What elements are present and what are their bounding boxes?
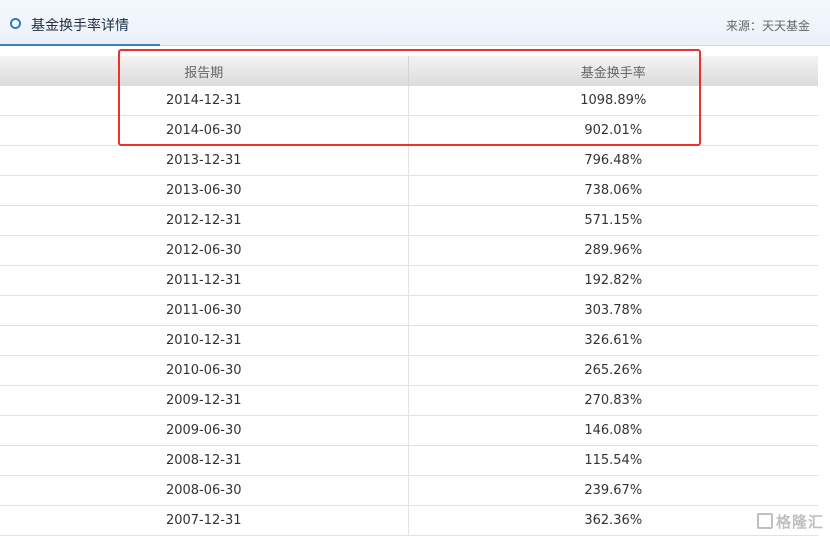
- cell-period: 2013-12-31: [0, 145, 409, 176]
- watermark: 格隆汇: [756, 511, 824, 532]
- table-row: 2014-06-30 902.01%: [0, 115, 818, 146]
- cell-period: 2014-12-31: [0, 86, 409, 116]
- table-row: 2010-06-30 265.26%: [0, 355, 818, 386]
- table-row: 2012-12-31 571.15%: [0, 205, 818, 236]
- cell-period: 2014-06-30: [0, 115, 409, 146]
- cell-turnover: 289.96%: [408, 235, 818, 266]
- watermark-logo-icon: [756, 513, 773, 529]
- panel-header: 基金换手率详情 来源：天天基金: [0, 0, 830, 46]
- cell-turnover: 902.01%: [408, 115, 818, 146]
- source-label: 来源：天天基金: [725, 19, 810, 33]
- table-row: 2014-12-31 1098.89%: [0, 86, 818, 116]
- table-row: 2009-12-31 270.83%: [0, 385, 818, 416]
- table-header-row: 报告期 基金换手率: [0, 56, 818, 86]
- table-row: 2013-06-30 738.06%: [0, 175, 818, 206]
- cell-turnover: 270.83%: [408, 385, 818, 416]
- cell-turnover: 192.82%: [408, 265, 818, 296]
- column-header-turnover[interactable]: 基金换手率: [408, 56, 818, 86]
- cell-turnover: 239.67%: [408, 475, 818, 506]
- cell-period: 2009-06-30: [0, 415, 409, 446]
- cell-period: 2013-06-30: [0, 175, 409, 206]
- table-row: 2008-06-30 239.67%: [0, 475, 818, 506]
- title-tab[interactable]: 基金换手率详情: [0, 0, 160, 46]
- table-row: 2007-12-31 362.36%: [0, 505, 818, 536]
- cell-turnover: 738.06%: [408, 175, 818, 206]
- table-row: 2012-06-30 289.96%: [0, 235, 818, 266]
- cell-turnover: 326.61%: [408, 325, 818, 356]
- cell-period: 2011-12-31: [0, 265, 409, 296]
- cell-period: 2008-06-30: [0, 475, 409, 506]
- cell-period: 2011-06-30: [0, 295, 409, 326]
- cell-period: 2010-12-31: [0, 325, 409, 356]
- cell-period: 2008-12-31: [0, 445, 409, 476]
- cell-turnover: 146.08%: [408, 415, 818, 446]
- watermark-text: 格隆汇: [775, 513, 824, 531]
- cell-period: 2010-06-30: [0, 355, 409, 386]
- fund-turnover-panel: 基金换手率详情 来源：天天基金 报告期 基金换手率 2014-12-31 1098…: [0, 0, 830, 538]
- table-row: 2008-12-31 115.54%: [0, 445, 818, 476]
- cell-period: 2012-06-30: [0, 235, 409, 266]
- table-row: 2009-06-30 146.08%: [0, 415, 818, 446]
- cell-period: 2012-12-31: [0, 205, 409, 236]
- cell-period: 2009-12-31: [0, 385, 409, 416]
- cell-period: 2007-12-31: [0, 505, 409, 536]
- cell-turnover: 571.15%: [408, 205, 818, 236]
- cell-turnover: 796.48%: [408, 145, 818, 176]
- circle-bullet-icon: [10, 18, 21, 29]
- table-row: 2011-12-31 192.82%: [0, 265, 818, 296]
- turnover-table-wrap: 报告期 基金换手率 2014-12-31 1098.89% 2014-06-30 90…: [0, 56, 818, 536]
- cell-turnover: 1098.89%: [408, 86, 818, 116]
- cell-turnover: 265.26%: [408, 355, 818, 386]
- table-row: 2013-12-31 796.48%: [0, 145, 818, 176]
- table-body: 2014-12-31 1098.89% 2014-06-30 902.01% 2013-…: [0, 86, 818, 536]
- cell-turnover: 303.78%: [408, 295, 818, 326]
- table-row: 2011-06-30 303.78%: [0, 295, 818, 326]
- panel-title: 基金换手率详情: [31, 18, 129, 34]
- cell-turnover: 115.54%: [408, 445, 818, 476]
- turnover-table: 报告期 基金换手率 2014-12-31 1098.89% 2014-06-30 90…: [0, 56, 818, 536]
- column-header-period[interactable]: 报告期: [0, 56, 409, 86]
- table-row: 2010-12-31 326.61%: [0, 325, 818, 356]
